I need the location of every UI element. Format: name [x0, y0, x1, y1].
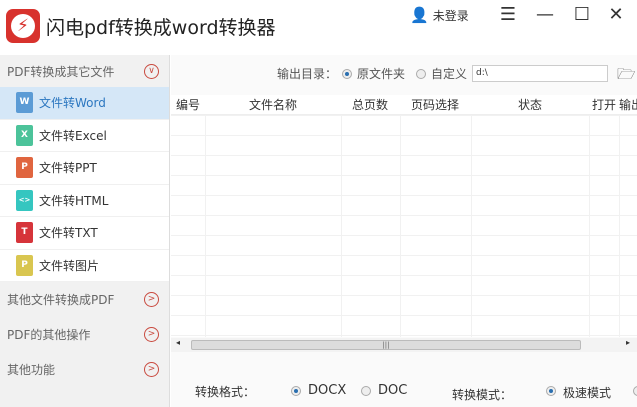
- docx-label: DOCX: [308, 383, 347, 398]
- sidebar-item-excel[interactable]: X 文件转Excel: [0, 119, 169, 152]
- col-page-select: 页码选择: [410, 98, 459, 112]
- table-header: 编号 文件名称 总页数 页码选择 状态 打开 输出: [171, 95, 637, 115]
- txt-file-icon: T: [16, 222, 33, 244]
- sidebar-item-image[interactable]: P 文件转图片: [0, 249, 169, 282]
- ppt-file-icon: P: [16, 157, 33, 179]
- output-path-input[interactable]: d:\: [472, 65, 609, 82]
- app-logo: ⚡: [6, 9, 40, 43]
- fast-mode-label: 极速模式: [563, 386, 612, 400]
- output-directory: 输出目录： 原文件夹 自定义 d:\: [277, 65, 609, 82]
- section-pdf-other-ops[interactable]: PDF的其他操作 >: [0, 317, 169, 352]
- sidebar: PDF转换成其它文件 ∨ W 文件转Word X 文件转Excel P 文件转PPT <…: [0, 55, 170, 407]
- maximize-button[interactable]: ☐: [571, 4, 593, 26]
- col-filename: 文件名称: [248, 98, 297, 112]
- original-folder-label: 原文件夹: [357, 67, 406, 81]
- col-status: 状态: [517, 98, 542, 112]
- col-number: 编号: [176, 98, 201, 112]
- doc-label: DOC: [378, 383, 408, 398]
- word-file-icon: W: [16, 92, 33, 114]
- radio-other-mode[interactable]: [633, 386, 637, 396]
- app-title: 闪电pdf转换成word转换器: [46, 17, 276, 39]
- image-file-icon: P: [16, 254, 33, 276]
- sidebar-item-html[interactable]: <> 文件转HTML: [0, 184, 169, 217]
- menu-button[interactable]: ☰: [497, 4, 519, 26]
- section-other-functions[interactable]: 其他功能 >: [0, 352, 169, 387]
- section-label: 其他功能: [7, 363, 56, 377]
- html-file-icon: <>: [16, 189, 33, 211]
- login-label: 未登录: [432, 8, 469, 23]
- main-panel: 输出目录： 原文件夹 自定义 d:\ 🗁 编号 文件名称 总页数 页码选择 状态…: [171, 55, 637, 407]
- scroll-left-arrow[interactable]: ◂: [176, 338, 180, 347]
- file-table: 编号 文件名称 总页数 页码选择 状态 打开 输出: [171, 95, 637, 337]
- section-other-to-pdf[interactable]: 其他文件转换成PDF >: [0, 282, 169, 317]
- section-pdf-to-other[interactable]: PDF转换成其它文件 ∨: [0, 55, 169, 87]
- mode-label: 转换模式：: [452, 388, 513, 402]
- lightning-icon: ⚡: [11, 14, 35, 38]
- folder-icon[interactable]: 🗁: [617, 64, 636, 89]
- item-label: 文件转PPT: [39, 161, 97, 176]
- radio-docx[interactable]: [291, 386, 301, 396]
- sidebar-item-word[interactable]: W 文件转Word: [0, 87, 169, 120]
- excel-file-icon: X: [16, 124, 33, 146]
- item-label: 文件转HTML: [39, 193, 109, 208]
- radio-original-folder[interactable]: [342, 68, 353, 79]
- sidebar-item-txt[interactable]: T 文件转TXT: [0, 217, 169, 250]
- title-bar: ⚡ 闪电pdf转换成word转换器 👤 未登录 ☰ — ☐ ✕: [0, 0, 637, 52]
- minimize-button[interactable]: —: [534, 4, 556, 26]
- table-body: [171, 115, 637, 337]
- output-label: 输出目录：: [277, 67, 338, 81]
- chevron-right-icon: >: [144, 362, 159, 377]
- chevron-down-icon: ∨: [144, 63, 159, 79]
- chevron-right-icon: >: [144, 292, 159, 307]
- col-output: 输出: [619, 98, 637, 112]
- item-label: 文件转Excel: [39, 128, 107, 143]
- chevron-right-icon: >: [144, 327, 159, 342]
- scroll-right-arrow[interactable]: ▸: [626, 338, 630, 347]
- format-label: 转换格式：: [195, 385, 256, 399]
- radio-custom[interactable]: [416, 68, 427, 79]
- user-icon: 👤: [410, 6, 429, 24]
- scrollbar-thumb[interactable]: |||: [191, 340, 581, 350]
- item-label: 文件转TXT: [39, 226, 98, 241]
- col-open: 打开: [591, 98, 616, 112]
- login-button[interactable]: 👤 未登录: [410, 6, 469, 24]
- radio-fast-mode[interactable]: [546, 386, 556, 396]
- item-label: 文件转图片: [39, 258, 100, 273]
- item-label: 文件转Word: [39, 96, 106, 111]
- horizontal-scrollbar[interactable]: ◂ ||| ▸: [171, 338, 637, 352]
- custom-label: 自定义: [431, 67, 468, 81]
- close-button[interactable]: ✕: [605, 4, 627, 26]
- col-pages: 总页数: [351, 98, 388, 112]
- section-label: PDF转换成其它文件: [7, 64, 115, 79]
- radio-doc[interactable]: [361, 386, 371, 396]
- section-label: PDF的其他操作: [7, 328, 91, 342]
- section-label: 其他文件转换成PDF: [7, 293, 115, 307]
- sidebar-item-ppt[interactable]: P 文件转PPT: [0, 152, 169, 185]
